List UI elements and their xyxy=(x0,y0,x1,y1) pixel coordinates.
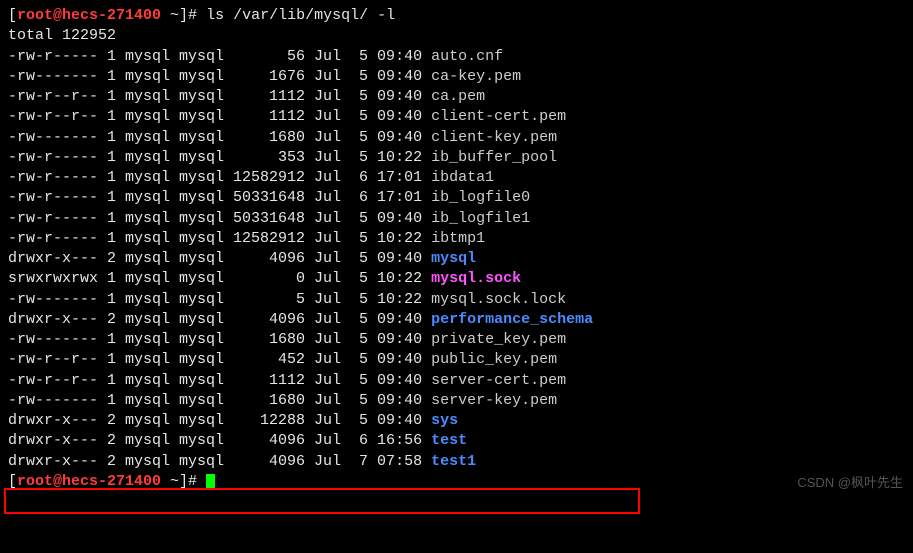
total-line: total 122952 xyxy=(8,26,905,46)
listing-row: -rw-r----- 1 mysql mysql 56 Jul 5 09:40 … xyxy=(8,47,905,67)
terminal-output[interactable]: [root@hecs-271400 ~]# ls /var/lib/mysql/… xyxy=(8,6,905,492)
file-name: client-cert.pem xyxy=(431,108,566,125)
listing-row: -rw------- 1 mysql mysql 1680 Jul 5 09:4… xyxy=(8,128,905,148)
listing-row: drwxr-x--- 2 mysql mysql 4096 Jul 7 07:5… xyxy=(8,452,905,472)
file-name: ib_logfile0 xyxy=(431,189,530,206)
watermark-text: CSDN @枫叶先生 xyxy=(797,474,903,492)
listing-row: -rw------- 1 mysql mysql 1680 Jul 5 09:4… xyxy=(8,391,905,411)
listing-row: -rw-r--r-- 1 mysql mysql 1112 Jul 5 09:4… xyxy=(8,87,905,107)
file-name: ibtmp1 xyxy=(431,230,485,247)
file-name: test1 xyxy=(431,453,476,470)
file-name: private_key.pem xyxy=(431,331,566,348)
listing-row: srwxrwxrwx 1 mysql mysql 0 Jul 5 10:22 m… xyxy=(8,269,905,289)
listing-row: -rw-r----- 1 mysql mysql 50331648 Jul 5 … xyxy=(8,209,905,229)
file-name: ca.pem xyxy=(431,88,485,105)
file-name: server-cert.pem xyxy=(431,372,566,389)
prompt-line-2[interactable]: [root@hecs-271400 ~]# xyxy=(8,472,905,492)
listing-row: -rw------- 1 mysql mysql 5 Jul 5 10:22 m… xyxy=(8,290,905,310)
file-name: ib_buffer_pool xyxy=(431,149,557,166)
file-name: server-key.pem xyxy=(431,392,557,409)
listing-row: -rw-r--r-- 1 mysql mysql 1112 Jul 5 09:4… xyxy=(8,371,905,391)
listing-row: -rw-r----- 1 mysql mysql 353 Jul 5 10:22… xyxy=(8,148,905,168)
listing-row: -rw-r----- 1 mysql mysql 12582912 Jul 6 … xyxy=(8,168,905,188)
file-name: client-key.pem xyxy=(431,129,557,146)
listing-row: drwxr-x--- 2 mysql mysql 4096 Jul 5 09:4… xyxy=(8,310,905,330)
file-name: mysql.sock xyxy=(431,270,521,287)
file-name: ib_logfile1 xyxy=(431,210,530,227)
file-name: test xyxy=(431,432,467,449)
file-name: mysql xyxy=(431,250,476,267)
file-name: ca-key.pem xyxy=(431,68,521,85)
listing-row: -rw-r----- 1 mysql mysql 50331648 Jul 6 … xyxy=(8,188,905,208)
file-name: sys xyxy=(431,412,458,429)
listing-row: -rw-r--r-- 1 mysql mysql 1112 Jul 5 09:4… xyxy=(8,107,905,127)
listing-row: -rw-r----- 1 mysql mysql 12582912 Jul 5 … xyxy=(8,229,905,249)
listing-row: -rw------- 1 mysql mysql 1676 Jul 5 09:4… xyxy=(8,67,905,87)
file-name: performance_schema xyxy=(431,311,593,328)
listing-row: drwxr-x--- 2 mysql mysql 4096 Jul 6 16:5… xyxy=(8,431,905,451)
listing-row: -rw------- 1 mysql mysql 1680 Jul 5 09:4… xyxy=(8,330,905,350)
cursor-block xyxy=(206,474,215,490)
listing-row: -rw-r--r-- 1 mysql mysql 452 Jul 5 09:40… xyxy=(8,350,905,370)
file-name: public_key.pem xyxy=(431,351,557,368)
file-name: auto.cnf xyxy=(431,48,503,65)
prompt-line-1: [root@hecs-271400 ~]# ls /var/lib/mysql/… xyxy=(8,6,905,26)
listing-row: drwxr-x--- 2 mysql mysql 4096 Jul 5 09:4… xyxy=(8,249,905,269)
file-name: mysql.sock.lock xyxy=(431,291,566,308)
file-name: ibdata1 xyxy=(431,169,494,186)
listing-row: drwxr-x--- 2 mysql mysql 12288 Jul 5 09:… xyxy=(8,411,905,431)
